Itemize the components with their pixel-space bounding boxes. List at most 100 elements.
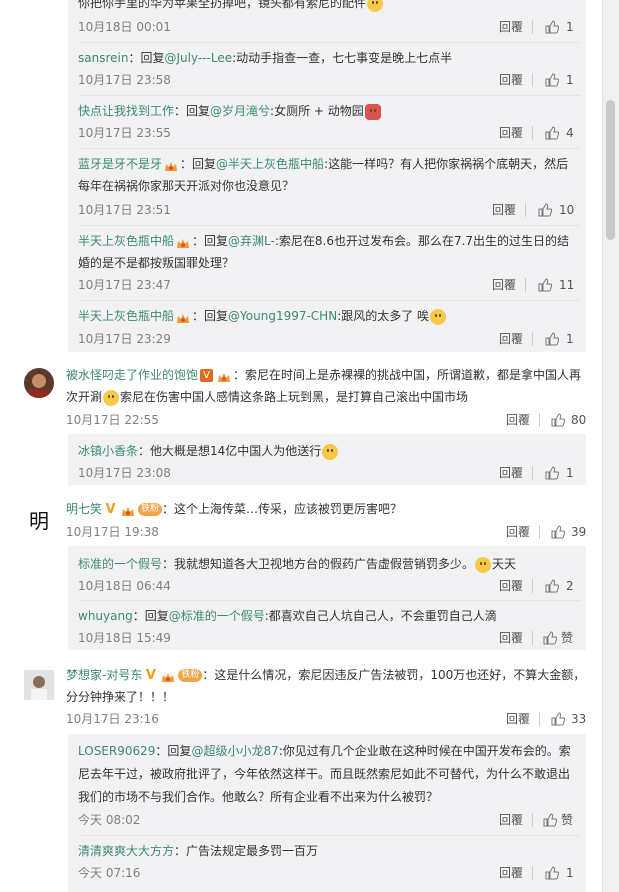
divider [78,42,580,43]
reply-item: 冰镇小香条：他大概是想14亿中国人为他送行 [78,441,339,461]
reply-button[interactable]: 回覆 [499,71,523,89]
reply-text: :你见过有几个企业敢在这种时候在中国开发布会的。索 [278,744,571,758]
reply-item: 快点让我找到工作：回复@岁月滝兮:女厕所 + 动物园 [78,101,382,121]
thumb-up-icon[interactable] [545,20,559,34]
reply-item: sansrein：回复@July---Lee:动动手指查一查，七七事变是晚上七点… [78,48,452,68]
thumb-up-icon[interactable] [551,525,565,539]
reply-text-cont: 尼去年干过，被政府批评了，今年依然这样干。而且既然索尼如此不可替代，为什么不敢退… [78,767,571,781]
avatar[interactable] [24,368,54,398]
crown-badge-icon [161,670,175,682]
v-badge-icon: V [200,369,214,382]
reply-button[interactable]: 回覆 [492,201,516,219]
crown-badge-icon [217,370,231,382]
user-name[interactable]: 清清爽爽大大方方 [78,844,174,858]
scrollbar[interactable] [602,0,619,892]
mention-link[interactable]: @半天上灰色瓶中船 [216,157,324,171]
reply-button[interactable]: 回覆 [499,18,523,36]
thumb-up-icon[interactable] [551,413,565,427]
reply-text: ：他大概是想14亿中国人为他送行 [138,444,322,458]
crying-emoji-icon [430,308,447,325]
like-count: 39 [571,525,587,539]
reply-button[interactable]: 回覆 [492,276,516,294]
timestamp: 10月17日 23:29 [78,332,171,346]
timestamp: 10月17日 23:55 [78,126,171,140]
user-name[interactable]: 半天上灰色瓶中船 [78,309,174,323]
reply-item: whuyang：回复@标准的一个假号:都喜欢自己人坑自己人，不会重罚自己人滴 [78,606,497,626]
mention-link[interactable]: @标准的一个假号 [169,609,265,623]
divider [78,95,580,96]
user-name[interactable]: sansrein [78,51,128,65]
timestamp: 10月17日 23:47 [78,278,171,292]
thumb-up-icon[interactable] [543,631,557,645]
avatar[interactable] [24,670,54,700]
user-name[interactable]: 标准的一个假号 [78,557,162,571]
like-count: 1 [566,866,574,880]
reply-button[interactable]: 回覆 [499,629,523,647]
timestamp: 今天 07:16 [78,866,141,880]
reply-prefix: ：回复 [155,744,192,758]
timestamp: 10月17日 19:38 [66,525,159,539]
user-name[interactable]: 被水怪叼走了作业的饱饱 [66,368,198,382]
scrollbar-thumb[interactable] [606,100,615,240]
reply-button[interactable]: 回覆 [499,124,523,142]
timestamp: 10月17日 23:16 [66,712,159,726]
mention-link[interactable]: @超级小小龙87 [191,744,278,758]
divider [78,148,580,149]
reply-button[interactable]: 回覆 [499,811,523,829]
divider [532,73,533,87]
thumb-up-icon[interactable] [545,126,559,140]
thumb-up-icon[interactable] [545,466,559,480]
crown-badge-icon [176,236,190,248]
mention-link[interactable]: @弃渊L- [228,234,275,248]
avatar[interactable]: 明 [24,505,54,535]
divider [539,712,540,726]
user-name[interactable]: 明七笑 [66,502,102,516]
reply-text: 你把你手里的华为苹果全扔掉吧，镜头都有索尼的配件 [78,0,367,10]
thumb-up-icon[interactable] [545,73,559,87]
user-name[interactable]: whuyang [78,609,133,623]
reply-item: 蓝牙是牙不是牙 ：回复@半天上灰色瓶中船:这能一样吗？有人把你家祸祸个底朝天，然后 [78,154,568,174]
mention-link[interactable]: @岁月滝兮 [210,104,270,118]
reply-text-cont: 婚的是不是都按叛国罪处理？ [78,256,235,270]
thumb-up-icon[interactable] [545,866,559,880]
divider [525,203,526,217]
divider [532,579,533,593]
reply-prefix: ：回复 [174,104,211,118]
reply-button[interactable]: 回覆 [499,577,523,595]
thumb-up-icon[interactable] [545,579,559,593]
comment-item: 明七笑 V 铁粉 ：这个上海传菜…传采，应该被罚更厉害吧？ [66,499,402,519]
reply-item: 清清爽爽大大方方：广告法规定最多罚一百万 [78,841,318,861]
reply-item: 半天上灰色瓶中船 ：回复@弃渊L-:索尼在8.6也开过发布会。那么在7.7出生的过… [78,231,569,251]
thumb-up-icon[interactable] [543,813,557,827]
divider [78,600,580,601]
user-name[interactable]: 蓝牙是牙不是牙 [78,157,162,171]
reply-button[interactable]: 回覆 [506,523,530,541]
reply-button[interactable]: 回覆 [506,411,530,429]
like-count: 赞 [561,813,574,827]
user-name[interactable]: 快点让我找到工作 [78,104,174,118]
thumb-up-icon[interactable] [538,278,552,292]
user-name[interactable]: 冰镇小香条 [78,444,138,458]
like-count: 赞 [561,631,574,645]
comment-item: 梦想家-对号东 V 铁粉 ：这是什么情况，索尼因违反广告法被罚，100万也还好，不算大… [66,665,585,685]
reply-button[interactable]: 回覆 [499,464,523,482]
thumb-up-icon[interactable] [551,712,565,726]
user-name[interactable]: 半天上灰色瓶中船 [78,234,174,248]
divider [78,300,580,301]
comment-text: ：索尼在时间上是赤裸裸的挑战中国，所谓道歉，都是拿中国人再 [233,368,582,382]
thumb-up-icon[interactable] [538,203,552,217]
like-count: 80 [571,413,587,427]
mention-link[interactable]: @Young1997-CHN [228,309,337,323]
reply-button[interactable]: 回覆 [499,330,523,348]
reply-button[interactable]: 回覆 [506,710,530,728]
reply-button[interactable]: 回覆 [499,864,523,882]
thumb-up-icon[interactable] [545,332,559,346]
user-name[interactable]: 梦想家-对号东 [66,668,142,682]
comment-text-cont: 分分钟挣来了！！！ [66,690,175,704]
user-name[interactable]: LOSER90629 [78,744,155,758]
v-badge-icon: V [145,668,156,683]
reply-text: :女厕所 + 动物园 [270,104,364,118]
comment-feed: 你把你手里的华为苹果全扔掉吧，镜头都有索尼的配件 10月18日 00:01 回覆… [0,0,603,892]
mention-link[interactable]: @July---Lee [164,51,232,65]
divider [539,525,540,539]
